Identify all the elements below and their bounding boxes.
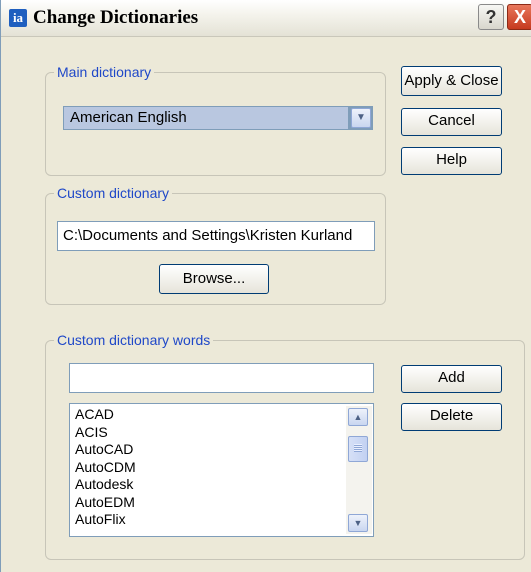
- close-icon[interactable]: X: [507, 4, 531, 30]
- list-item[interactable]: Autodesk: [75, 476, 136, 494]
- window-title: Change Dictionaries: [33, 7, 199, 28]
- scroll-thumb[interactable]: [348, 436, 368, 462]
- browse-button[interactable]: Browse...: [159, 264, 269, 294]
- help-button[interactable]: Help: [401, 147, 502, 175]
- custom-words-list-items: ACAD ACIS AutoCAD AutoCDM Autodesk AutoE…: [75, 406, 136, 529]
- add-word-button[interactable]: Add: [401, 365, 502, 393]
- custom-dictionary-legend: Custom dictionary: [57, 185, 170, 201]
- main-dictionary-value: American English: [64, 107, 348, 129]
- custom-dictionary-path-field[interactable]: C:\Documents and Settings\Kristen Kurlan…: [57, 221, 375, 251]
- change-dictionaries-dialog: ia Change Dictionaries ? X Main dictiona…: [0, 0, 531, 572]
- app-icon: ia: [9, 9, 27, 27]
- custom-words-list[interactable]: ACAD ACIS AutoCAD AutoCDM Autodesk AutoE…: [69, 403, 374, 537]
- scroll-down-icon[interactable]: ▼: [348, 514, 368, 532]
- list-item[interactable]: AutoFlix: [75, 511, 136, 529]
- custom-word-input[interactable]: [69, 363, 374, 393]
- scroll-up-icon[interactable]: ▲: [348, 408, 368, 426]
- list-item[interactable]: AutoCAD: [75, 441, 136, 459]
- custom-words-legend: Custom dictionary words: [57, 332, 211, 348]
- list-item[interactable]: AutoEDM: [75, 494, 136, 512]
- cancel-button[interactable]: Cancel: [401, 108, 502, 136]
- list-item[interactable]: ACAD: [75, 406, 136, 424]
- list-scrollbar[interactable]: ▲ ▼: [346, 406, 372, 534]
- delete-word-button[interactable]: Delete: [401, 403, 502, 431]
- apply-close-button[interactable]: Apply & Close: [401, 66, 502, 96]
- main-dictionary-legend: Main dictionary: [57, 64, 152, 80]
- chevron-down-icon[interactable]: ▼: [351, 108, 371, 128]
- main-dictionary-select[interactable]: American English ▼: [63, 106, 373, 130]
- list-item[interactable]: ACIS: [75, 424, 136, 442]
- list-item[interactable]: AutoCDM: [75, 459, 136, 477]
- title-bar[interactable]: ia Change Dictionaries ? X: [1, 0, 531, 37]
- help-icon[interactable]: ?: [478, 4, 504, 30]
